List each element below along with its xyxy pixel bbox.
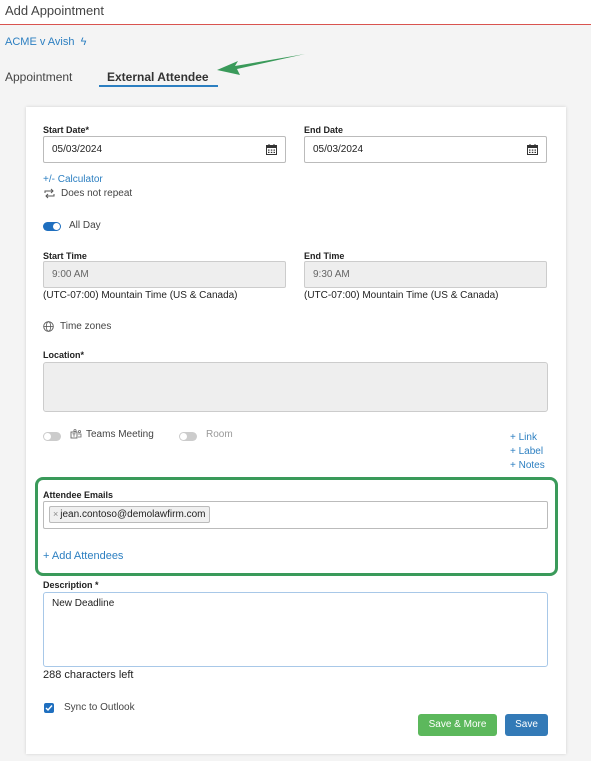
all-day-toggle[interactable]: [43, 222, 61, 231]
add-label-link[interactable]: + Label: [510, 446, 543, 457]
save-button[interactable]: Save: [505, 714, 548, 736]
time-zones-label: Time zones: [60, 321, 112, 333]
annotation-arrow-icon: [217, 54, 305, 75]
calculator-link[interactable]: +/- Calculator: [43, 174, 103, 185]
start-timezone: (UTC-07:00) Mountain Time (US & Canada): [43, 290, 238, 301]
globe-icon: [43, 321, 54, 332]
end-date-value: 05/03/2024: [313, 144, 364, 155]
description-value: New Deadline: [52, 598, 115, 609]
attendee-highlight-box: [35, 477, 558, 576]
end-date-label: End Date: [304, 125, 344, 135]
repeat-text: Does not repeat: [61, 188, 133, 200]
add-link-link[interactable]: + Link: [510, 432, 537, 443]
room-label: Room: [206, 429, 233, 440]
sync-outlook-label: Sync to Outlook: [64, 702, 135, 713]
save-and-more-button[interactable]: Save & More: [418, 714, 497, 736]
appointment-form: Start Date* 05/03/2024 End Date 05/03/20…: [26, 107, 566, 754]
calendar-icon[interactable]: [527, 144, 538, 155]
teams-icon: [70, 429, 82, 439]
start-time-label: Start Time: [43, 251, 87, 261]
sync-outlook-checkbox[interactable]: [44, 703, 54, 713]
teams-meeting-label: Teams Meeting: [86, 429, 154, 441]
end-time-value: 9:30 AM: [313, 269, 350, 280]
start-time-input: 9:00 AM: [43, 261, 286, 288]
checkmark-icon: [45, 705, 53, 712]
teams-meeting-toggle[interactable]: [43, 432, 61, 441]
repeat-setting[interactable]: Does not repeat: [43, 188, 132, 199]
end-time-label: End Time: [304, 251, 345, 261]
location-input[interactable]: [43, 362, 548, 412]
characters-left: 288 characters left: [43, 669, 134, 681]
teams-meeting-option: Teams Meeting: [70, 429, 154, 440]
add-notes-link[interactable]: + Notes: [510, 460, 545, 471]
description-label: Description *: [43, 580, 99, 590]
start-date-label: Start Date*: [43, 125, 90, 135]
calendar-icon[interactable]: [266, 144, 277, 155]
repeat-icon: [44, 188, 55, 199]
end-timezone: (UTC-07:00) Mountain Time (US & Canada): [304, 290, 499, 301]
start-time-value: 9:00 AM: [52, 269, 89, 280]
description-input[interactable]: New Deadline: [43, 592, 548, 667]
end-time-input: 9:30 AM: [304, 261, 547, 288]
time-zones-button[interactable]: Time zones: [43, 321, 111, 332]
start-date-input[interactable]: 05/03/2024: [43, 136, 286, 163]
end-date-input[interactable]: 05/03/2024: [304, 136, 547, 163]
start-date-value: 05/03/2024: [52, 144, 103, 155]
room-toggle[interactable]: [179, 432, 197, 441]
location-label: Location*: [43, 350, 85, 360]
all-day-label: All Day: [69, 220, 101, 231]
